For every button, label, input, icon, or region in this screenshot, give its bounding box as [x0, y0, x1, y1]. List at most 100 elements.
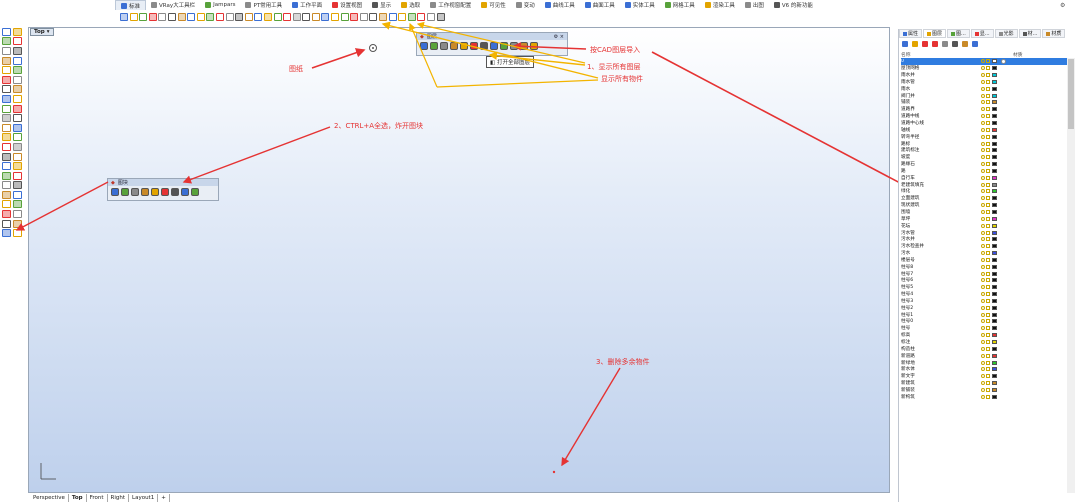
lock-icon[interactable]: [986, 168, 990, 173]
layer-color-swatch[interactable]: [992, 209, 997, 214]
layer-row[interactable]: 绿化: [901, 188, 1067, 195]
panel-tab-4[interactable]: 光影: [994, 29, 1018, 38]
layer-color-swatch[interactable]: [992, 360, 997, 365]
lock-icon[interactable]: [986, 162, 990, 167]
lightbulb-icon[interactable]: [981, 340, 985, 345]
layer-color-swatch[interactable]: [992, 114, 997, 119]
lock-icon[interactable]: [986, 374, 990, 379]
lock-icon[interactable]: [986, 387, 990, 392]
layer-color-swatch[interactable]: [992, 257, 997, 262]
layer-row[interactable]: 污水检查井: [901, 243, 1067, 250]
layer-row[interactable]: 污水井: [901, 236, 1067, 243]
lock-icon[interactable]: [986, 134, 990, 139]
layer-color-swatch[interactable]: [992, 216, 997, 221]
lightbulb-icon[interactable]: [981, 381, 985, 386]
layer-color-swatch[interactable]: [992, 196, 997, 201]
layer-color-swatch[interactable]: [992, 100, 997, 105]
lightbulb-icon[interactable]: [981, 394, 985, 399]
lock-icon[interactable]: [986, 59, 990, 64]
layer-color-swatch[interactable]: [992, 148, 997, 153]
layer-row[interactable]: 新建筑: [901, 380, 1067, 387]
layer-row[interactable]: 污水管: [901, 229, 1067, 236]
layer-row[interactable]: 老建筑填充: [901, 181, 1067, 188]
lock-icon[interactable]: [986, 73, 990, 78]
lock-icon[interactable]: [986, 79, 990, 84]
lightbulb-icon[interactable]: [981, 155, 985, 160]
lightbulb-icon[interactable]: [981, 182, 985, 187]
layer-row[interactable]: 路标: [901, 140, 1067, 147]
layer-row[interactable]: 柱号6: [901, 277, 1067, 284]
lock-icon[interactable]: [986, 244, 990, 249]
layer-row[interactable]: 楼层号: [901, 256, 1067, 263]
lock-icon[interactable]: [986, 292, 990, 297]
lock-icon[interactable]: [986, 298, 990, 303]
layer-row[interactable]: 污水: [901, 250, 1067, 257]
lock-icon[interactable]: [986, 182, 990, 187]
layer-row[interactable]: 标注: [901, 339, 1067, 346]
lock-icon[interactable]: [986, 353, 990, 358]
move-up-icon[interactable]: [932, 41, 938, 47]
layer-row[interactable]: 新铺装: [901, 387, 1067, 394]
layer-color-swatch[interactable]: [992, 155, 997, 160]
lightbulb-icon[interactable]: [981, 79, 985, 84]
layer-row[interactable]: 屋顶网格: [901, 65, 1067, 72]
layer-row[interactable]: 标高: [901, 332, 1067, 339]
lightbulb-icon[interactable]: [981, 278, 985, 283]
lock-icon[interactable]: [986, 381, 990, 386]
layer-row[interactable]: 围墙: [901, 209, 1067, 216]
layer-color-swatch[interactable]: [992, 298, 997, 303]
lock-icon[interactable]: [986, 312, 990, 317]
lightbulb-icon[interactable]: [981, 59, 985, 64]
viewport-tab-4[interactable]: Layout1: [129, 494, 159, 502]
lock-icon[interactable]: [986, 86, 990, 91]
lock-icon[interactable]: [986, 189, 990, 194]
layer-row[interactable]: 新道路: [901, 352, 1067, 359]
layer-row[interactable]: 0: [901, 58, 1067, 65]
lightbulb-icon[interactable]: [981, 360, 985, 365]
lightbulb-icon[interactable]: [981, 73, 985, 78]
layer-color-swatch[interactable]: [992, 223, 997, 228]
layer-color-swatch[interactable]: [992, 333, 997, 338]
lightbulb-icon[interactable]: [981, 66, 985, 71]
layer-color-swatch[interactable]: [992, 312, 997, 317]
lock-icon[interactable]: [986, 155, 990, 160]
lightbulb-icon[interactable]: [981, 209, 985, 214]
lightbulb-icon[interactable]: [981, 305, 985, 310]
lightbulb-icon[interactable]: [981, 346, 985, 351]
layer-color-swatch[interactable]: [992, 73, 997, 78]
layer-color-swatch[interactable]: [992, 346, 997, 351]
layer-color-swatch[interactable]: [992, 319, 997, 324]
lock-icon[interactable]: [986, 319, 990, 324]
lightbulb-icon[interactable]: [981, 367, 985, 372]
layer-color-swatch[interactable]: [992, 230, 997, 235]
lock-icon[interactable]: [986, 367, 990, 372]
layer-row[interactable]: 新构筑: [901, 393, 1067, 400]
layer-row[interactable]: 柱号1: [901, 311, 1067, 318]
lock-icon[interactable]: [986, 66, 990, 71]
layer-color-swatch[interactable]: [992, 93, 997, 98]
layer-color-swatch[interactable]: [992, 387, 997, 392]
lightbulb-icon[interactable]: [981, 223, 985, 228]
lightbulb-icon[interactable]: [981, 298, 985, 303]
lock-icon[interactable]: [986, 333, 990, 338]
panel-tab-1[interactable]: 图层: [923, 29, 947, 38]
move-down-icon[interactable]: [942, 41, 948, 47]
viewport-tab-5[interactable]: +: [158, 494, 170, 502]
column-name[interactable]: 名称: [901, 51, 981, 58]
lock-icon[interactable]: [986, 175, 990, 180]
viewport-tab-0[interactable]: Perspective: [30, 494, 69, 502]
layer-row[interactable]: 轴线: [901, 126, 1067, 133]
layer-color-swatch[interactable]: [992, 353, 997, 358]
layer-row[interactable]: 阀门井: [901, 92, 1067, 99]
layer-row[interactable]: 柱号7: [901, 270, 1067, 277]
layer-color-swatch[interactable]: [992, 121, 997, 126]
panel-tab-6[interactable]: 材质: [1042, 29, 1066, 38]
layer-color-swatch[interactable]: [992, 162, 997, 167]
lightbulb-icon[interactable]: [981, 168, 985, 173]
layer-color-swatch[interactable]: [992, 134, 997, 139]
layer-row[interactable]: 自行车: [901, 174, 1067, 181]
lightbulb-icon[interactable]: [981, 175, 985, 180]
lock-icon[interactable]: [986, 251, 990, 256]
layer-color-swatch[interactable]: [992, 394, 997, 399]
layer-row[interactable]: 雨水管: [901, 79, 1067, 86]
